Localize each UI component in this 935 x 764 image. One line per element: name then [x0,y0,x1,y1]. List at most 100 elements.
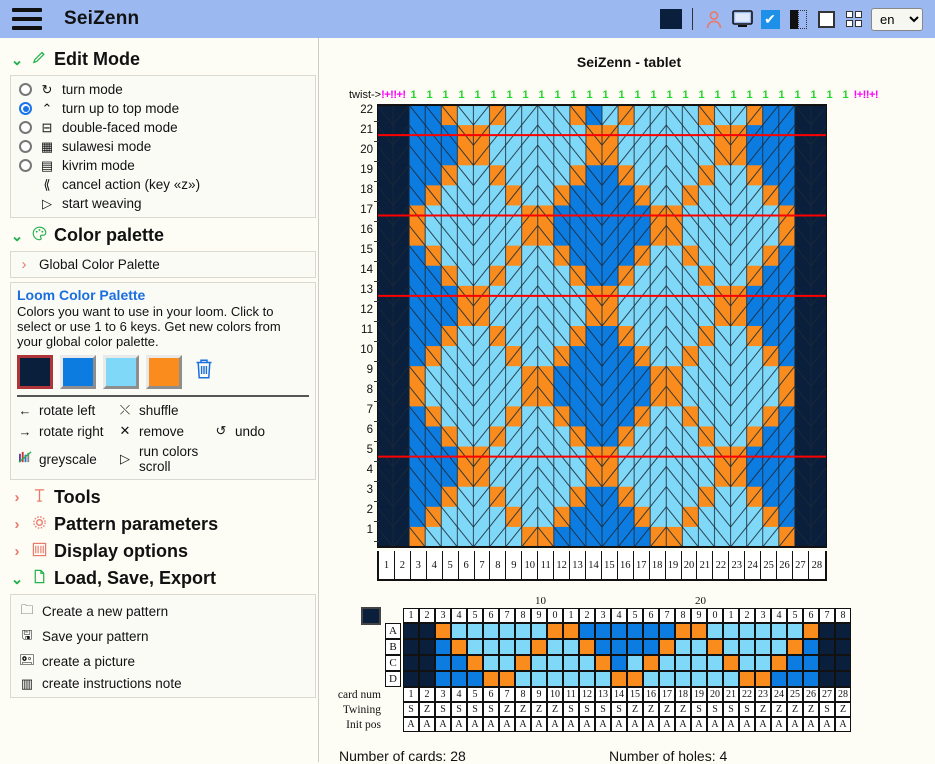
threading-cell[interactable] [707,671,723,687]
rotate-left-button[interactable]: ←rotate left [17,401,117,419]
radio-double-faced-mode[interactable] [19,121,32,134]
card-number-cell[interactable]: 13 [570,551,586,579]
threading-cell[interactable] [627,639,643,655]
threading-cell[interactable] [483,639,499,655]
twining-cell[interactable]: S [691,702,707,717]
twist-value[interactable]: 1 [758,89,774,101]
twining-cell[interactable]: Z [787,702,803,717]
threading-digit-cell[interactable]: 8 [835,608,851,623]
twist-value[interactable]: 1 [518,89,534,101]
four-squares-icon[interactable] [843,9,865,29]
threading-cell[interactable] [835,623,851,639]
start-weaving-button[interactable]: ▷ start weaving [17,194,309,213]
twist-value[interactable]: 1 [710,89,726,101]
edit-mode-option-turn-up-top[interactable]: ⌃ turn up to top mode [17,99,309,118]
threading-cell[interactable] [691,623,707,639]
twist-value[interactable]: 1 [726,89,742,101]
threading-digit-cell[interactable]: 2 [419,608,435,623]
card-number-cell[interactable]: 15 [602,551,618,579]
create-new-pattern-button[interactable]: 🗀 Create a new pattern [17,599,309,624]
twining-cell[interactable]: S [723,702,739,717]
threading-digit-cell[interactable]: 2 [579,608,595,623]
init-pos-cell[interactable]: A [595,717,611,732]
card-number-cell[interactable]: 20 [682,551,698,579]
card-num-cell[interactable]: 19 [691,687,707,702]
halfblock-icon[interactable] [787,9,809,29]
white-square-icon[interactable] [815,9,837,29]
card-number-cell[interactable]: 4 [427,551,443,579]
twining-cell[interactable]: S [563,702,579,717]
threading-digit-cell[interactable]: 8 [675,608,691,623]
twining-cell[interactable]: S [579,702,595,717]
threading-cell[interactable] [819,655,835,671]
threading-cell[interactable] [739,623,755,639]
threading-cell[interactable] [707,623,723,639]
card-num-cell[interactable]: 8 [515,687,531,702]
twist-value[interactable]: 1 [550,89,566,101]
threading-cell[interactable] [723,671,739,687]
user-icon[interactable] [703,9,725,29]
threading-cell[interactable] [707,655,723,671]
threading-cell[interactable] [643,655,659,671]
init-pos-cell[interactable]: A [499,717,515,732]
card-num-cell[interactable]: 5 [467,687,483,702]
card-num-cell[interactable]: 28 [835,687,851,702]
init-pos-cell[interactable]: A [707,717,723,732]
shuffle-button[interactable]: ⤬shuffle [117,401,213,419]
threading-cell[interactable] [675,623,691,639]
threading-cell[interactable] [739,639,755,655]
twining-cell[interactable]: S [451,702,467,717]
card-number-cell[interactable]: 10 [522,551,538,579]
twist-value[interactable]: 1 [790,89,806,101]
threading-cell[interactable] [803,655,819,671]
threading-cell[interactable] [451,623,467,639]
card-number-cell[interactable]: 6 [459,551,475,579]
threading-cell[interactable] [787,623,803,639]
card-num-cell[interactable]: 2 [419,687,435,702]
threading-cell[interactable] [803,639,819,655]
card-num-cell[interactable]: 6 [483,687,499,702]
card-number-cell[interactable]: 18 [650,551,666,579]
threading-cell[interactable] [723,623,739,639]
threading-cell[interactable] [563,639,579,655]
threading-cell[interactable] [819,623,835,639]
color-swatch-4[interactable] [146,355,182,389]
init-pos-cell[interactable]: A [803,717,819,732]
twining-cell[interactable]: S [483,702,499,717]
radio-turn-mode[interactable] [19,83,32,96]
threading-cell[interactable] [435,623,451,639]
twist-value[interactable]: 1 [630,89,646,101]
card-num-cell[interactable]: 23 [755,687,771,702]
init-pos-values[interactable]: AAAAAAAAAAAAAAAAAAAAAAAAAAAA [403,717,851,732]
twist-value[interactable]: 1 [406,89,422,101]
undo-button[interactable]: ↺undo [213,422,309,440]
threading-cell[interactable] [563,671,579,687]
card-number-cell[interactable]: 2 [395,551,411,579]
twining-cell[interactable]: Z [531,702,547,717]
card-number-cell[interactable]: 23 [729,551,745,579]
threading-digit-cell[interactable]: 7 [659,608,675,623]
threading-cell[interactable] [531,623,547,639]
threading-cell[interactable] [627,671,643,687]
threading-digit-cell[interactable]: 8 [515,608,531,623]
threading-cell[interactable] [659,623,675,639]
card-number-cell[interactable]: 24 [745,551,761,579]
twining-cell[interactable]: S [435,702,451,717]
threading-cell[interactable] [499,655,515,671]
card-number-cell[interactable]: 17 [634,551,650,579]
sidebar-section-edit-mode[interactable]: ⌄ Edit Mode [6,46,318,73]
twist-values[interactable]: 1111111111111111111111111111 [406,89,854,101]
init-pos-cell[interactable]: A [547,717,563,732]
threading-cell[interactable] [787,671,803,687]
sidebar-section-tools[interactable]: › Tools [6,484,318,511]
twining-cell[interactable]: Z [675,702,691,717]
radio-kivrim-mode[interactable] [19,159,32,172]
card-num-cell[interactable]: 7 [499,687,515,702]
threading-cell[interactable] [723,655,739,671]
card-number-cell[interactable]: 7 [475,551,491,579]
threading-cell[interactable] [483,671,499,687]
threading-cell[interactable] [563,655,579,671]
threading-cell[interactable] [579,671,595,687]
checkbox-checked-icon[interactable]: ✔ [759,9,781,29]
threading-cell[interactable] [403,655,419,671]
